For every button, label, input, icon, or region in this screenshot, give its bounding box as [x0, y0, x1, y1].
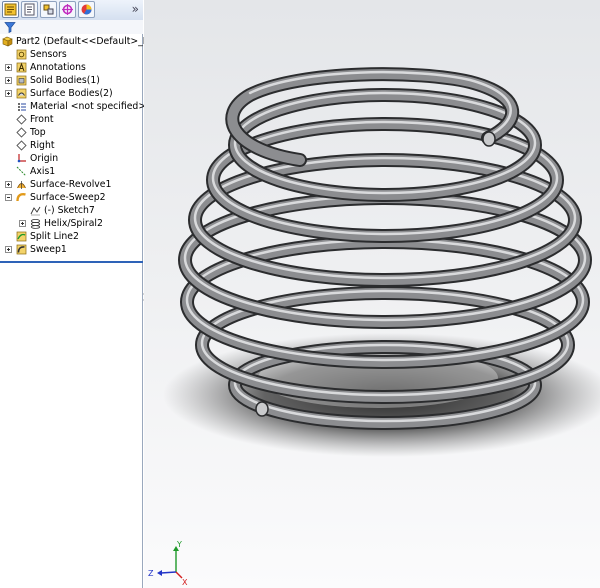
spring-model[interactable]: [144, 0, 600, 588]
tree-filter-bar: [0, 20, 143, 34]
split-line-icon: [16, 231, 27, 242]
rollback-bar[interactable]: [0, 261, 143, 263]
reference-triad: Y Z X: [148, 540, 188, 586]
featuremanager-icon: [4, 3, 17, 16]
tree-item-annotations[interactable]: Annotations: [0, 61, 143, 74]
expand-tabs-button[interactable]: »: [132, 2, 139, 16]
featuremanager-tab[interactable]: [2, 1, 19, 18]
tree-item-label: Annotations: [30, 62, 86, 73]
expand-toggle[interactable]: [5, 181, 12, 188]
tree-item-sketch7[interactable]: (-) Sketch7: [0, 204, 143, 217]
expand-toggle[interactable]: [5, 64, 12, 71]
feature-manager-panel: » Part2 (Default<<Default>_Photo Sensors: [0, 0, 169, 588]
expand-toggle[interactable]: [5, 90, 12, 97]
tree-item-axis1[interactable]: Axis1: [0, 165, 143, 178]
tree-root-part[interactable]: Part2 (Default<<Default>_Photo: [0, 35, 169, 48]
tree-item-sensors[interactable]: Sensors: [0, 48, 143, 61]
sensors-icon: [16, 49, 27, 60]
plane-icon: [16, 114, 27, 125]
tree-item-label: Surface Bodies(2): [30, 88, 113, 99]
tree-item-right-plane[interactable]: Right: [0, 139, 143, 152]
triad-y-label: Y: [176, 540, 182, 549]
tree-item-label: Surface-Revolve1: [30, 179, 112, 190]
tree-item-label: Right: [30, 140, 55, 151]
triad-z-label: Z: [148, 569, 154, 578]
propertymanager-icon: [24, 3, 35, 16]
solid-bodies-icon: [16, 75, 27, 86]
configurationmanager-icon: [43, 4, 54, 15]
annotations-icon: [16, 62, 27, 73]
tree-item-surface-bodies[interactable]: Surface Bodies(2): [0, 87, 143, 100]
tree-item-label: Sensors: [30, 49, 67, 60]
tree-item-label: Material <not specified>: [30, 101, 147, 112]
surface-bodies-icon: [16, 88, 27, 99]
tree-item-origin[interactable]: Origin: [0, 152, 143, 165]
tree-item-label: Surface-Sweep2: [30, 192, 106, 203]
surface-revolve-icon: [17, 181, 26, 189]
displaymanager-tab[interactable]: [78, 1, 95, 18]
dimxpert-icon: [62, 4, 73, 15]
expand-toggle[interactable]: [5, 77, 12, 84]
manager-tab-bar: »: [0, 0, 143, 21]
plane-icon: [16, 127, 27, 138]
tree-item-label: Top: [30, 127, 46, 138]
axis-icon: [16, 166, 27, 177]
sweep-icon: [16, 244, 27, 255]
surface-sweep-icon: [16, 193, 26, 202]
origin-icon: [17, 154, 26, 163]
filter-icon[interactable]: [4, 21, 16, 33]
tree-item-label: Axis1: [30, 166, 56, 177]
tree-item-label: Split Line2: [30, 231, 79, 242]
triad-x-label: X: [182, 578, 188, 586]
displaymanager-icon: [81, 4, 92, 15]
tree-item-material[interactable]: Material <not specified>: [0, 100, 147, 113]
tree-item-front-plane[interactable]: Front: [0, 113, 143, 126]
tree-item-label: Solid Bodies(1): [30, 75, 100, 86]
tree-item-label: Helix/Spiral2: [44, 218, 103, 229]
tree-item-split-line2[interactable]: Split Line2: [0, 230, 143, 243]
graphics-area[interactable]: Y Z X: [144, 0, 600, 588]
dimxpertmanager-tab[interactable]: [59, 1, 76, 18]
sketch-icon: [30, 206, 41, 216]
expand-toggle[interactable]: [5, 246, 12, 253]
tree-item-sweep1[interactable]: Sweep1: [0, 243, 143, 256]
tree-item-label: Origin: [30, 153, 59, 164]
tree-item-label: Sweep1: [30, 244, 67, 255]
helix-icon: [30, 218, 41, 229]
configurationmanager-tab[interactable]: [40, 1, 57, 18]
material-icon: [18, 103, 26, 111]
bottom-wire-end: [255, 401, 269, 417]
propertymanager-tab[interactable]: [21, 1, 38, 18]
expand-toggle[interactable]: [19, 220, 26, 227]
tree-item-surface-sweep2[interactable]: Surface-Sweep2: [0, 191, 143, 204]
tree-item-helix-spiral2[interactable]: Helix/Spiral2: [0, 217, 143, 230]
collapse-toggle[interactable]: [5, 194, 12, 201]
top-wire-end: [482, 131, 496, 147]
tree-item-top-plane[interactable]: Top: [0, 126, 143, 139]
plane-icon: [16, 140, 27, 151]
tree-item-surface-revolve1[interactable]: Surface-Revolve1: [0, 178, 143, 191]
tree-item-label: Front: [30, 114, 54, 125]
tree-item-label: (-) Sketch7: [44, 205, 95, 216]
tree-item-solid-bodies[interactable]: Solid Bodies(1): [0, 74, 143, 87]
part-icon: [2, 36, 13, 47]
